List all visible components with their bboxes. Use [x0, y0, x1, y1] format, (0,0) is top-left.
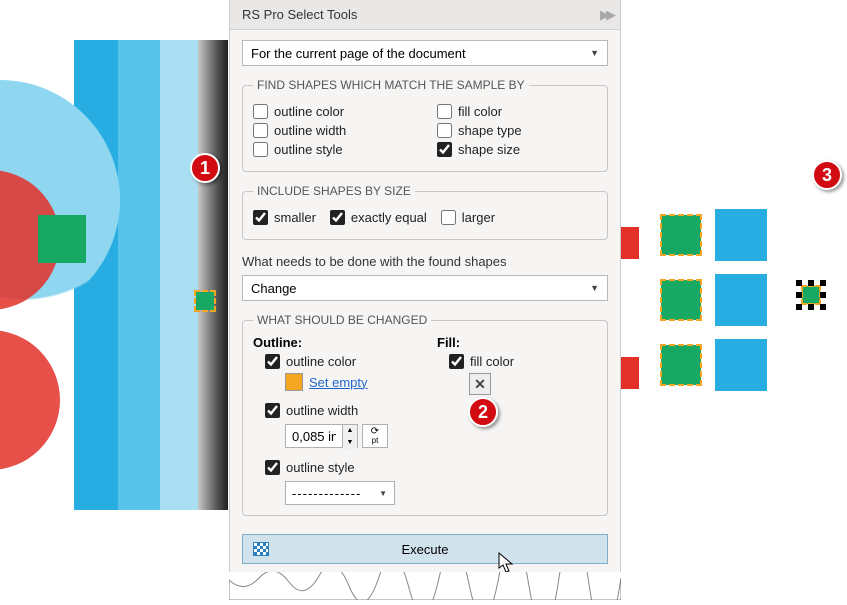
spin-up-icon[interactable]: ▲ [343, 425, 357, 437]
check-fill-color[interactable]: fill color [437, 104, 597, 119]
panel-title: RS Pro Select Tools [242, 7, 357, 22]
check-exactly-equal[interactable]: exactly equal [330, 210, 427, 225]
result-canvas [621, 165, 847, 440]
check-change-outline-style[interactable]: outline style [265, 460, 413, 475]
change-properties-group: WHAT SHOULD BE CHANGED Outline: outline … [242, 313, 608, 516]
panel-header: RS Pro Select Tools ▶▶ [230, 0, 620, 30]
check-outline-width[interactable]: outline width [253, 123, 413, 138]
panel-collapse-icon[interactable]: ▶▶ [600, 7, 612, 23]
check-change-fill-color[interactable]: fill color [449, 354, 597, 369]
outline-style-dropdown[interactable]: ------------- [285, 481, 395, 505]
scope-dropdown-value: For the current page of the document [251, 46, 466, 61]
check-smaller[interactable]: smaller [253, 210, 316, 225]
flag-icon [253, 542, 269, 556]
action-dropdown-value: Change [251, 281, 297, 296]
check-larger[interactable]: larger [441, 210, 495, 225]
action-question-label: What needs to be done with the found sha… [242, 254, 608, 269]
check-change-outline-color[interactable]: outline color [265, 354, 413, 369]
check-shape-type[interactable]: shape type [437, 123, 597, 138]
check-outline-color[interactable]: outline color [253, 104, 413, 119]
selected-shape[interactable] [799, 283, 823, 307]
check-change-outline-width[interactable]: outline width [265, 403, 413, 418]
unit-toggle-button[interactable]: ⟳ pt [362, 424, 388, 448]
outline-width-spinner[interactable]: ▲▼ [285, 424, 358, 448]
torn-edge-decoration [229, 572, 621, 600]
match-criteria-group: FIND SHAPES WHICH MATCH THE SAMPLE BY ou… [242, 78, 608, 172]
callout-badge-2: 2 [468, 397, 498, 427]
change-properties-legend: WHAT SHOULD BE CHANGED [253, 313, 431, 327]
outline-width-input[interactable] [286, 425, 342, 447]
callout-badge-3: 3 [812, 160, 842, 190]
check-outline-style[interactable]: outline style [253, 142, 413, 157]
match-criteria-legend: FIND SHAPES WHICH MATCH THE SAMPLE BY [253, 78, 529, 92]
fill-subhead: Fill: [437, 335, 597, 350]
spin-down-icon[interactable]: ▼ [343, 437, 357, 449]
execute-button[interactable]: Execute [242, 534, 608, 564]
outline-color-swatch[interactable] [285, 373, 303, 391]
callout-badge-1: 1 [190, 153, 220, 183]
set-empty-link[interactable]: Set empty [309, 375, 368, 390]
tool-panel: RS Pro Select Tools ▶▶ For the current p… [229, 0, 621, 576]
check-shape-size[interactable]: shape size [437, 142, 597, 157]
no-fill-icon[interactable]: ✕ [469, 373, 491, 395]
outline-subhead: Outline: [253, 335, 413, 350]
source-canvas [0, 40, 228, 510]
action-dropdown[interactable]: Change [242, 275, 608, 301]
size-filter-legend: INCLUDE SHAPES BY SIZE [253, 184, 415, 198]
scope-dropdown[interactable]: For the current page of the document [242, 40, 608, 66]
size-filter-group: INCLUDE SHAPES BY SIZE smaller exactly e… [242, 184, 608, 240]
